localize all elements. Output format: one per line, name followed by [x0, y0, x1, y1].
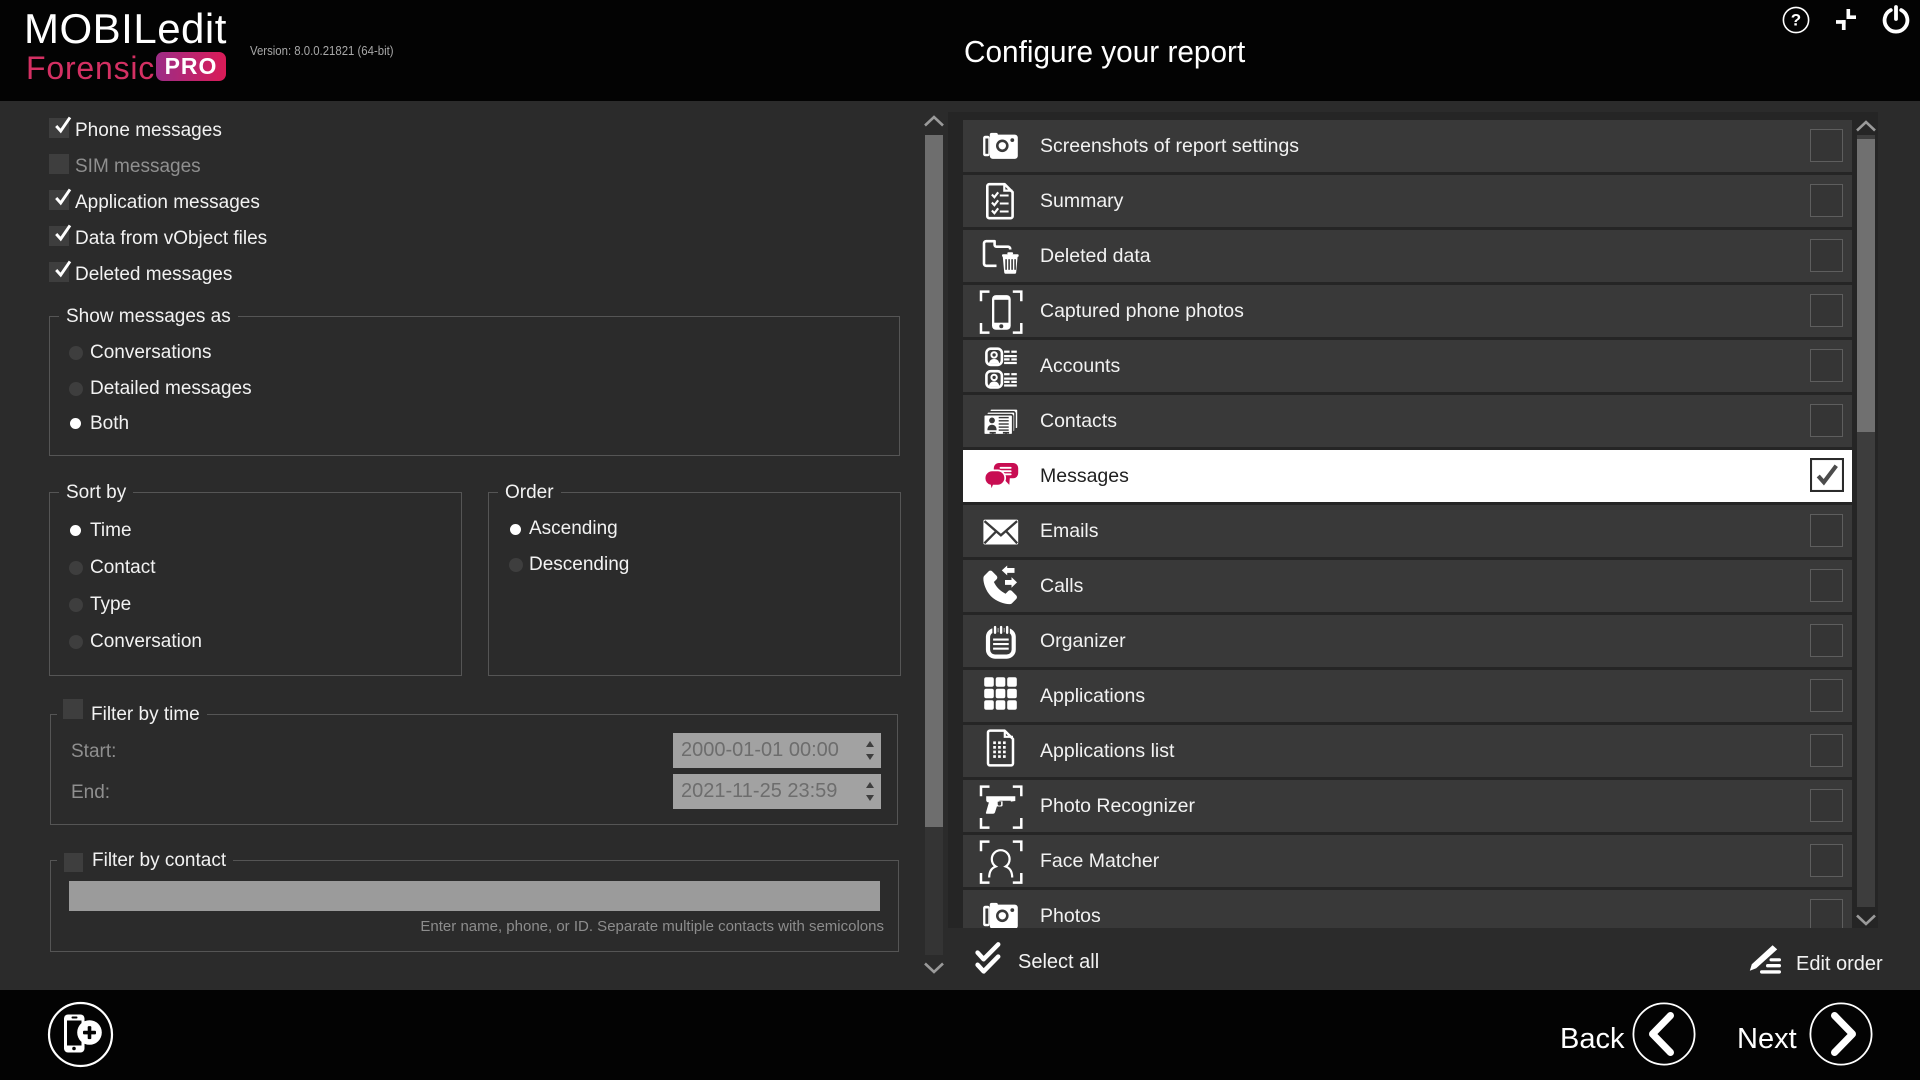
svg-text:?: ?: [1791, 11, 1801, 30]
